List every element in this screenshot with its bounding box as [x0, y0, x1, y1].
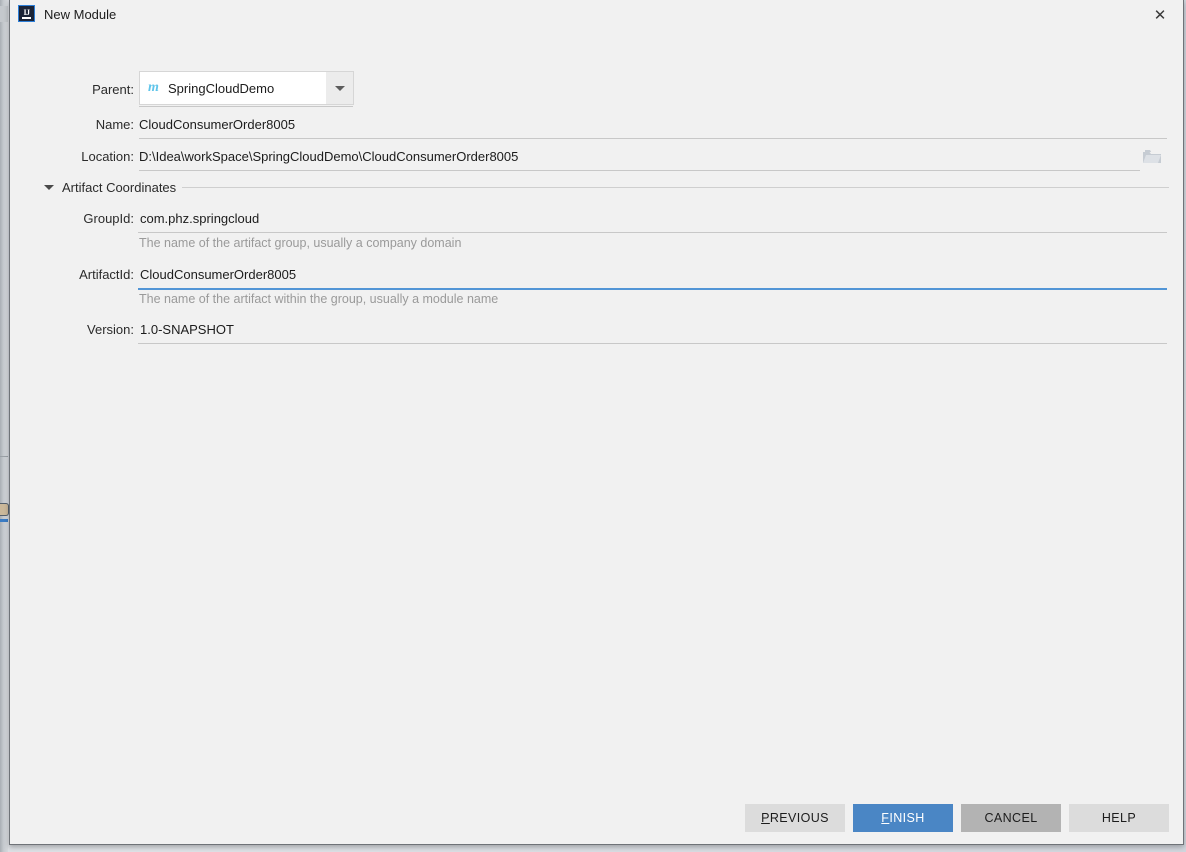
groupid-label: GroupId: [83, 211, 134, 226]
artifactid-label: ArtifactId: [79, 267, 134, 282]
groupid-input[interactable]: com.phz.springcloud [140, 211, 259, 226]
name-field-underline [139, 138, 1167, 139]
dialog-form: Parent: m SpringCloudDemo Name: CloudCon… [10, 30, 1183, 790]
location-field-underline [139, 170, 1140, 171]
groupid-hint: The name of the artifact group, usually … [139, 236, 462, 250]
parent-field-underline [139, 106, 353, 107]
folder-icon[interactable] [1142, 148, 1162, 165]
finish-button-mnemonic: F [881, 811, 890, 825]
intellij-idea-icon: IJ [18, 5, 35, 22]
artifact-coordinates-label: Artifact Coordinates [62, 180, 177, 195]
ide-tool-icon-sliver [0, 503, 9, 516]
dialog-button-bar: P REVIOUS F INISH CANCEL HELP [10, 804, 1183, 834]
previous-button-mnemonic: P [761, 811, 770, 825]
parent-combobox-value: SpringCloudDemo [168, 81, 275, 96]
artifactid-field-underline [138, 288, 1167, 290]
location-input[interactable]: D:\Idea\workSpace\SpringCloudDemo\CloudC… [139, 149, 518, 164]
finish-button-label: INISH [889, 811, 925, 825]
artifactid-input[interactable]: CloudConsumerOrder8005 [140, 267, 296, 282]
finish-button[interactable]: F INISH [853, 804, 953, 832]
parent-label: Parent: [92, 82, 134, 97]
name-input[interactable]: CloudConsumerOrder8005 [139, 117, 295, 132]
groupid-field-underline [138, 232, 1167, 233]
version-label: Version: [87, 322, 134, 337]
ide-left-toolbar-strip [0, 0, 8, 852]
previous-button-label: REVIOUS [769, 811, 829, 825]
help-button[interactable]: HELP [1069, 804, 1169, 832]
section-divider [182, 187, 1169, 188]
triangle-down-icon [44, 185, 54, 190]
close-icon[interactable]: ✕ [1149, 5, 1171, 25]
dialog-title: New Module [44, 7, 117, 22]
version-field-underline [138, 343, 1167, 344]
cancel-button[interactable]: CANCEL [961, 804, 1061, 832]
artifact-coordinates-section-header[interactable]: Artifact Coordinates [44, 180, 176, 195]
dialog-titlebar: IJ New Module ✕ [10, 0, 1183, 30]
parent-combobox[interactable]: m SpringCloudDemo [139, 71, 354, 105]
chevron-down-icon[interactable] [326, 72, 353, 104]
version-input[interactable]: 1.0-SNAPSHOT [140, 322, 234, 337]
ide-toolbar-divider [0, 456, 8, 457]
previous-button[interactable]: P REVIOUS [745, 804, 845, 832]
location-label: Location: [81, 149, 134, 164]
ide-accent-line [0, 519, 8, 522]
maven-module-icon: m [148, 80, 159, 95]
name-label: Name: [95, 117, 134, 132]
new-module-dialog: IJ New Module ✕ Parent: m SpringCloudDem… [9, 0, 1184, 845]
artifactid-hint: The name of the artifact within the grou… [139, 292, 499, 306]
ide-tab-sliver [0, 6, 8, 22]
